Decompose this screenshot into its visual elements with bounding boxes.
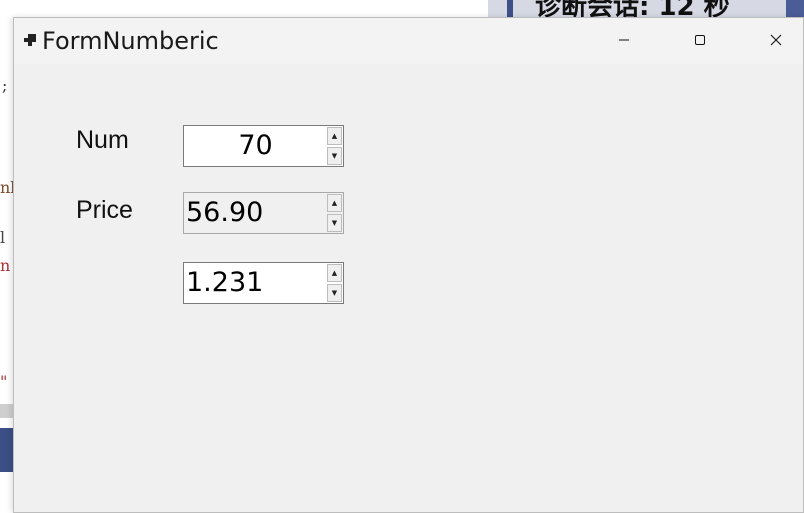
num-label: Num	[76, 126, 129, 154]
background-scrollbar	[0, 404, 14, 418]
app-icon	[24, 34, 36, 46]
minimize-button[interactable]	[602, 22, 646, 58]
maximize-button[interactable]	[678, 22, 722, 58]
up-arrow-icon: ▲	[331, 269, 338, 277]
decimal-up-button[interactable]: ▲	[327, 264, 342, 282]
price-input[interactable]	[186, 194, 325, 232]
close-button[interactable]	[754, 22, 798, 58]
down-arrow-icon: ▼	[331, 289, 338, 297]
maximize-icon	[695, 35, 705, 45]
price-spin-buttons: ▲ ▼	[327, 194, 342, 232]
close-icon	[770, 34, 782, 46]
form-window: FormNumberic Num ▲ ▼	[13, 17, 804, 513]
down-arrow-icon: ▼	[331, 219, 338, 227]
window-title: FormNumberic	[42, 27, 219, 55]
decimal-spin-buttons: ▲ ▼	[327, 264, 342, 302]
background-code-fragment: l	[0, 228, 6, 247]
decimal-spinner[interactable]: ▲ ▼	[183, 262, 344, 304]
num-input[interactable]	[186, 127, 325, 165]
background-accent	[507, 0, 513, 17]
num-spin-buttons: ▲ ▼	[327, 127, 342, 165]
decimal-down-button[interactable]: ▼	[327, 284, 342, 302]
price-down-button[interactable]: ▼	[327, 214, 342, 232]
background-code-fragment: n	[0, 256, 11, 275]
background-code-fragment: "	[0, 372, 8, 391]
num-down-button[interactable]: ▼	[327, 147, 342, 165]
price-label: Price	[76, 196, 133, 224]
price-up-button[interactable]: ▲	[327, 194, 342, 212]
price-spinner[interactable]: ▲ ▼	[183, 192, 344, 234]
num-spinner[interactable]: ▲ ▼	[183, 125, 344, 167]
background-code-fragment: ;	[2, 76, 8, 95]
background-panel	[0, 428, 14, 472]
minimize-icon	[619, 39, 629, 41]
num-up-button[interactable]: ▲	[327, 127, 342, 145]
up-arrow-icon: ▲	[331, 199, 338, 207]
background-edge	[786, 0, 804, 17]
down-arrow-icon: ▼	[331, 152, 338, 160]
title-bar[interactable]: FormNumberic	[14, 18, 803, 64]
up-arrow-icon: ▲	[331, 132, 338, 140]
decimal-input[interactable]	[186, 264, 325, 302]
